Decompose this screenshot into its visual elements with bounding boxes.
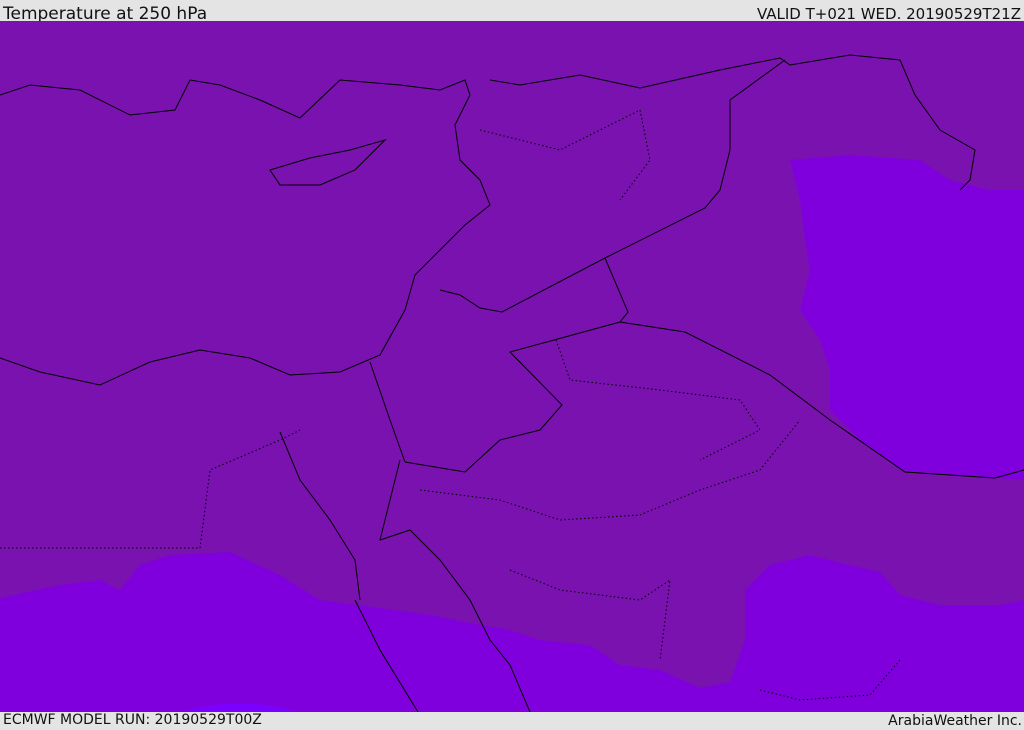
model-run-label: ECMWF MODEL RUN: 20190529T00Z [3, 712, 262, 728]
footer-bar: ECMWF MODEL RUN: 20190529T00Z ArabiaWeat… [0, 712, 1024, 729]
credit-label: ArabiaWeather Inc. [888, 713, 1022, 729]
header-bar: Temperature at 250 hPa VALID T+021 WED. … [0, 0, 1024, 24]
temperature-map[interactable] [0, 21, 1024, 712]
